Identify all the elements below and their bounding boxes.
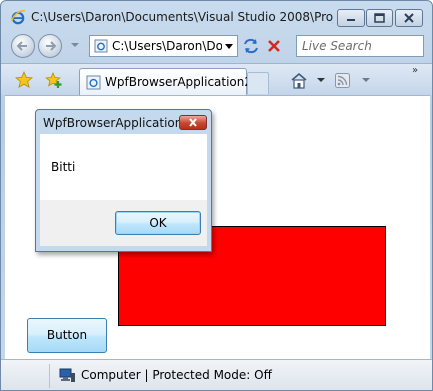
tab-overflow-chevron-icon[interactable]: » [412, 65, 418, 76]
status-bar: Computer | Protected Mode: Off [1, 359, 432, 390]
address-bar[interactable]: C:\Users\Daron\Do [89, 35, 238, 57]
address-dropdown-chevron-down-icon[interactable] [225, 44, 233, 49]
address-text: C:\Users\Daron\Do [112, 39, 222, 53]
back-button[interactable] [11, 34, 35, 58]
ok-button[interactable]: OK [115, 211, 201, 235]
page-button[interactable]: Button [27, 318, 107, 353]
close-icon [189, 118, 197, 127]
back-arrow-icon [16, 41, 27, 51]
add-favorite-icon[interactable] [45, 71, 63, 89]
minimize-icon [347, 19, 355, 21]
recent-pages-chevron-down-icon[interactable] [71, 43, 79, 47]
dialog-message: Bitti [51, 160, 76, 174]
dialog-footer: OK [40, 200, 207, 246]
computer-icon [59, 368, 75, 382]
status-text: Computer | Protected Mode: Off [81, 368, 272, 382]
tab-wpf-browser-application[interactable]: WpfBrowserApplication2 [79, 68, 252, 96]
new-tab-button[interactable] [247, 72, 269, 94]
page-icon [86, 75, 101, 90]
search-input[interactable]: Live Search [296, 35, 424, 57]
refresh-icon[interactable] [241, 36, 261, 56]
page-icon [94, 39, 108, 53]
rss-feed-icon[interactable] [335, 73, 350, 88]
maximize-icon [374, 13, 385, 23]
tab-bar: WpfBrowserApplication2 » [1, 63, 432, 96]
home-dropdown-chevron-down-icon[interactable] [317, 78, 325, 82]
search-placeholder: Live Search [302, 39, 372, 53]
message-dialog: WpfBrowserApplication2 Bitti OK [35, 109, 212, 252]
title-bar: C:\Users\Daron\Documents\Visual Studio 2… [1, 1, 432, 31]
ie-icon [11, 10, 26, 25]
close-button[interactable] [395, 9, 423, 27]
stop-icon[interactable] [264, 36, 284, 56]
dialog-title: WpfBrowserApplication2 [43, 116, 191, 130]
window-title: C:\Users\Daron\Documents\Visual Studio 2… [31, 10, 333, 24]
dialog-close-button[interactable] [179, 115, 207, 130]
favorites-star-icon[interactable] [15, 71, 33, 89]
browser-window: C:\Users\Daron\Documents\Visual Studio 2… [0, 0, 433, 391]
close-icon [404, 13, 414, 23]
forward-button[interactable] [38, 34, 62, 58]
maximize-button[interactable] [366, 9, 393, 27]
status-divider [49, 364, 50, 388]
tab-label: WpfBrowserApplication2 [105, 75, 253, 89]
home-icon[interactable] [290, 72, 308, 89]
forward-arrow-icon [46, 41, 57, 51]
minimize-button[interactable] [337, 9, 365, 27]
feeds-dropdown-chevron-down-icon[interactable] [362, 78, 370, 82]
dialog-body: Bitti [40, 134, 207, 200]
